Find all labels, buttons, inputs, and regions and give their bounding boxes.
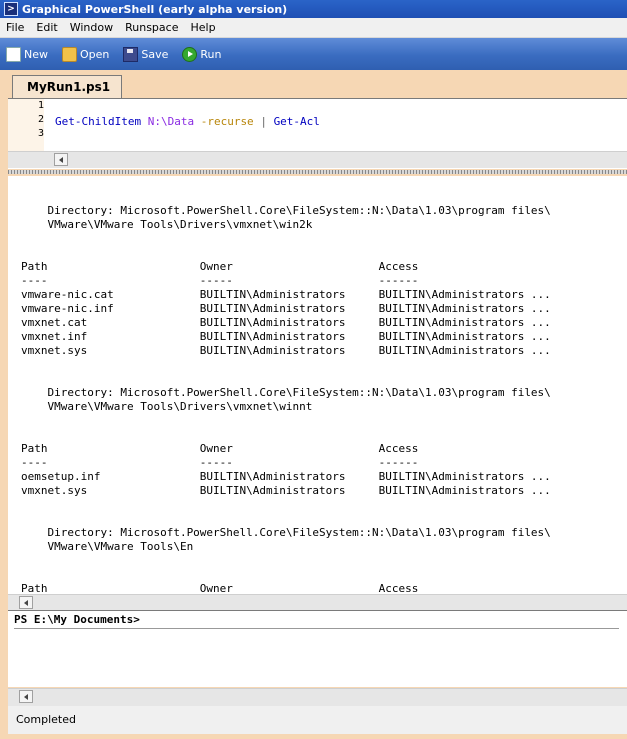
console-horizontal-scrollbar[interactable] [8, 688, 627, 706]
script-editor[interactable]: 1 2 3 Get-ChildItem N:\Data -recurse | G… [8, 98, 627, 169]
menu-window[interactable]: Window [64, 21, 119, 34]
folder-icon [62, 46, 77, 62]
new-file-icon [6, 46, 21, 62]
menu-bar: File Edit Window Runspace Help [0, 18, 627, 38]
status-bar: Completed [8, 706, 627, 734]
output-pane: Directory: Microsoft.PowerShell.Core\Fil… [8, 176, 627, 594]
line-number: 3 [37, 128, 44, 139]
menu-runspace[interactable]: Runspace [119, 21, 184, 34]
script-tabs: MyRun1.ps1 [8, 73, 627, 98]
save-button[interactable]: Save [123, 46, 169, 62]
code-cmdlet: Get-ChildItem [55, 115, 142, 128]
code-cmdlet: Get-Acl [273, 115, 320, 128]
run-play-icon [182, 46, 198, 62]
status-text: Completed [16, 713, 76, 726]
run-button[interactable]: Run [182, 46, 222, 62]
scroll-left-icon[interactable] [19, 690, 33, 703]
toolbar: New Open Save Run [0, 38, 627, 70]
code-parameter: -recurse [200, 115, 254, 128]
code-path-arg: N:\Data [147, 115, 195, 128]
pane-splitter[interactable] [8, 170, 627, 174]
open-button-label: Open [80, 47, 110, 61]
line-number-gutter: 1 2 3 [8, 99, 44, 151]
save-disk-icon [123, 46, 139, 62]
window-title: Graphical PowerShell (early alpha versio… [22, 2, 288, 16]
new-button[interactable]: New [6, 46, 48, 62]
tab-myrun1[interactable]: MyRun1.ps1 [12, 75, 122, 98]
output-horizontal-scrollbar[interactable] [8, 594, 627, 611]
run-button-label: Run [200, 47, 222, 61]
console-prompt[interactable]: PS E:\My Documents> [14, 613, 619, 629]
title-bar: > Graphical PowerShell (early alpha vers… [0, 0, 627, 18]
open-button[interactable]: Open [62, 46, 110, 62]
powershell-icon: > [4, 2, 18, 16]
scroll-left-icon[interactable] [54, 153, 68, 166]
code-line[interactable]: Get-ChildItem N:\Data -recurse | Get-Acl [55, 115, 320, 128]
menu-file[interactable]: File [0, 21, 30, 34]
console-input-pane[interactable]: PS E:\My Documents> [8, 610, 627, 687]
output-text: Directory: Microsoft.PowerShell.Core\Fil… [21, 204, 551, 594]
menu-help[interactable]: Help [184, 21, 221, 34]
menu-edit[interactable]: Edit [30, 21, 63, 34]
line-number: 1 [37, 100, 44, 111]
code-pipe: | [260, 115, 267, 128]
line-number: 2 [37, 114, 44, 125]
new-button-label: New [24, 47, 48, 61]
scroll-left-icon[interactable] [19, 596, 33, 609]
editor-horizontal-scrollbar[interactable] [8, 151, 627, 168]
save-button-label: Save [141, 47, 169, 61]
